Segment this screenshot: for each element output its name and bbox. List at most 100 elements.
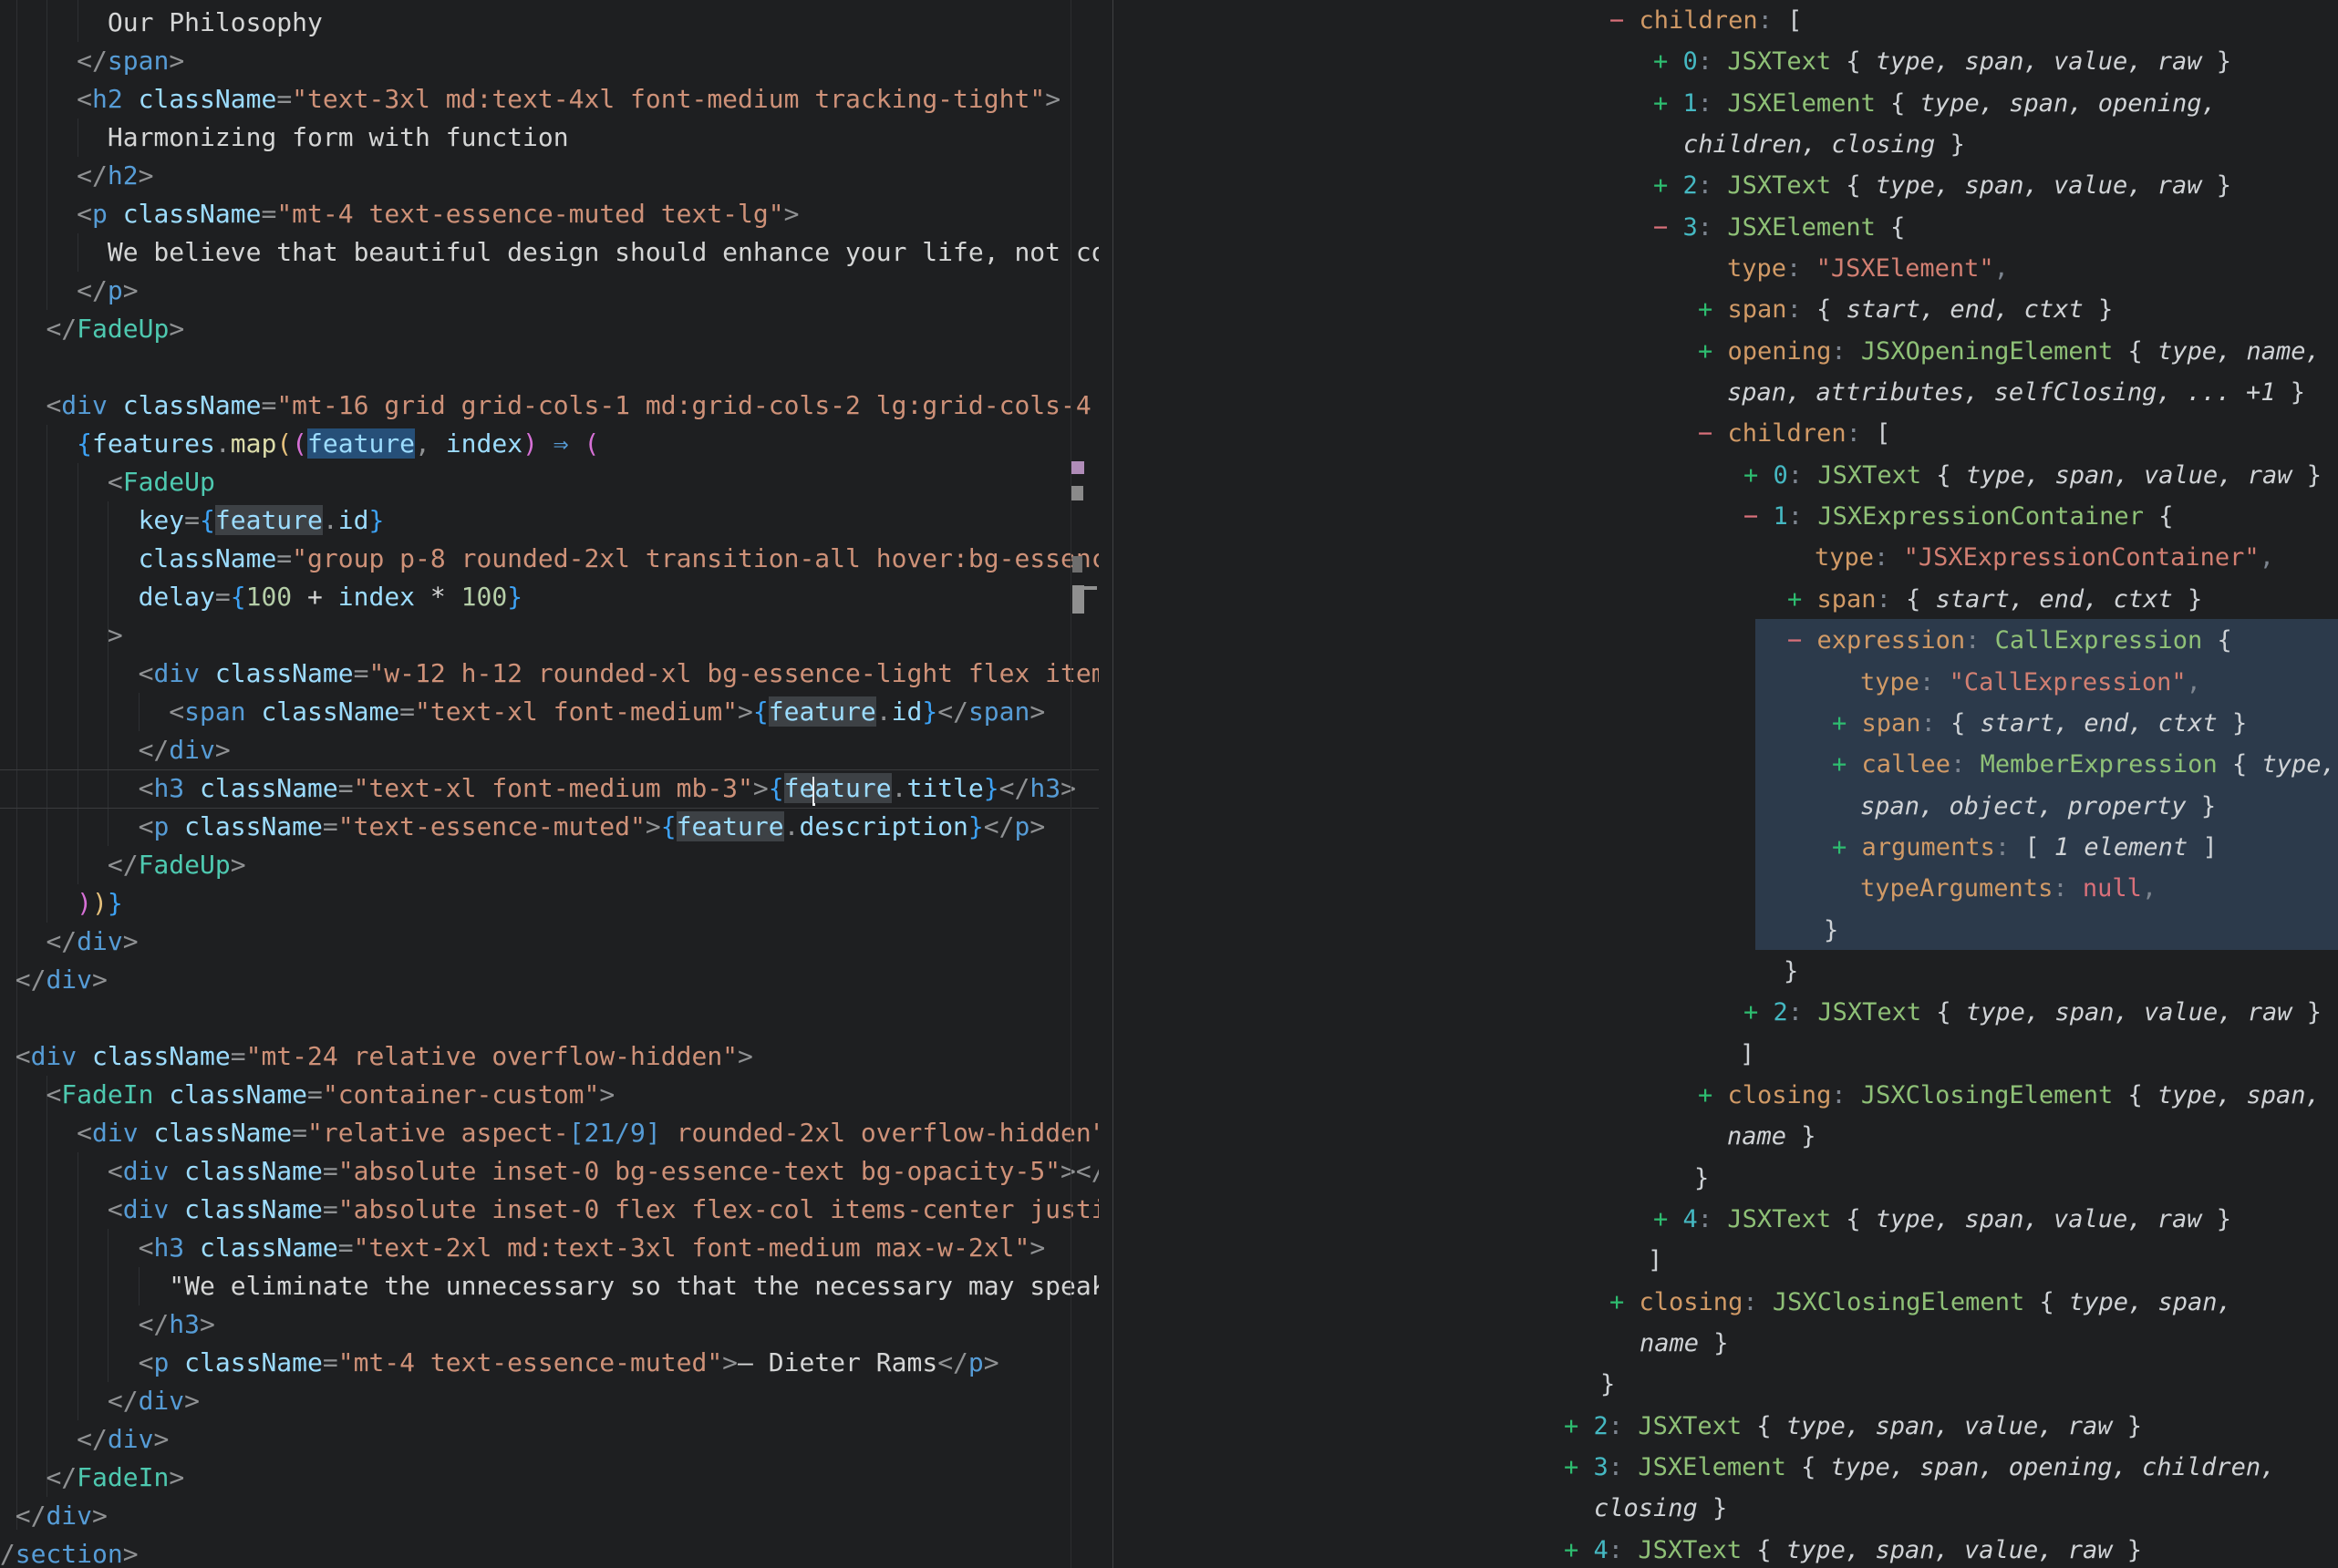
ast-tree-pane[interactable]: − children: [+ 0: JSXText { type, span, … xyxy=(1114,0,2338,1568)
code-line[interactable]: <FadeUp xyxy=(0,463,1099,501)
expand-toggle[interactable]: + xyxy=(1564,1412,1578,1440)
code-line[interactable]: <h3 className="text-xl font-medium mb-3"… xyxy=(0,769,1099,808)
expand-toggle[interactable]: + xyxy=(1564,1536,1578,1564)
code-line[interactable]: <h3 className="text-2xl md:text-3xl font… xyxy=(0,1229,1099,1267)
ast-node-line[interactable]: } xyxy=(1114,1364,2336,1405)
ast-node-line[interactable]: − children: [ xyxy=(1114,0,2336,41)
expand-toggle[interactable]: + xyxy=(1653,89,1668,118)
ast-node-line[interactable]: + opening: JSXOpeningElement { type, nam… xyxy=(1114,331,2336,372)
code-line[interactable]: <p className="mt-4 text-essence-muted te… xyxy=(0,195,1099,233)
ast-node-line[interactable]: + 3: JSXElement { type, span, opening, c… xyxy=(1114,1447,2336,1488)
code-line[interactable]: </section> xyxy=(0,1535,1099,1568)
code-line[interactable]: > xyxy=(0,616,1099,655)
code-line[interactable]: <div className="mt-24 relative overflow-… xyxy=(0,1037,1099,1076)
expand-toggle[interactable]: + xyxy=(1653,171,1668,200)
ast-node-line[interactable]: + callee: MemberExpression { type, xyxy=(1114,744,2336,785)
code-line[interactable]: <p className="text-essence-muted">{featu… xyxy=(0,808,1099,846)
ast-node-line[interactable]: + 0: JSXText { type, span, value, raw } xyxy=(1114,455,2336,496)
ast-node-line[interactable]: + span: { start, end, ctxt } xyxy=(1114,579,2336,620)
ast-node-line[interactable]: + 2: JSXText { type, span, value, raw } xyxy=(1114,1406,2336,1447)
code-line[interactable]: <FadeIn className="container-custom"> xyxy=(0,1076,1099,1114)
ast-node-line[interactable]: + 4: JSXText { type, span, value, raw } xyxy=(1114,1530,2336,1568)
ast-node-line[interactable]: } xyxy=(1114,1158,2336,1199)
expand-toggle[interactable]: + xyxy=(1832,709,1847,738)
code-line[interactable]: <h2 className="text-3xl md:text-4xl font… xyxy=(0,80,1099,119)
code-line[interactable]: <span className="text-xl font-medium">{f… xyxy=(0,693,1099,731)
code-line[interactable] xyxy=(0,999,1099,1037)
ast-node-line[interactable]: + closing: JSXClosingElement { type, spa… xyxy=(1114,1282,2336,1323)
code-line[interactable]: We believe that beautiful design should … xyxy=(0,233,1099,272)
expand-toggle[interactable]: + xyxy=(1653,1205,1668,1233)
ast-node-line[interactable]: + span: { start, end, ctxt } xyxy=(1114,703,2336,744)
code-line[interactable]: {features.map((feature, index) ⇒ ( xyxy=(0,425,1099,463)
code-line[interactable]: className="group p-8 rounded-2xl transit… xyxy=(0,540,1099,578)
ast-node-line[interactable]: + closing: JSXClosingElement { type, spa… xyxy=(1114,1075,2336,1116)
code-line[interactable]: </FadeUp> xyxy=(0,310,1099,348)
code-line[interactable]: <p className="mt-4 text-essence-muted">—… xyxy=(0,1344,1099,1382)
code-line[interactable]: delay={100 + index * 100} xyxy=(0,578,1099,616)
code-line[interactable]: <div className="mt-16 grid grid-cols-1 m… xyxy=(0,387,1099,425)
ast-node-line[interactable]: ] xyxy=(1114,1034,2336,1075)
code-line[interactable]: </div> xyxy=(0,1420,1099,1459)
collapse-toggle[interactable]: − xyxy=(1698,419,1712,448)
code-line[interactable]: </span> xyxy=(0,42,1099,80)
code-line[interactable]: <div className="absolute inset-0 flex fl… xyxy=(0,1191,1099,1229)
collapse-toggle[interactable]: − xyxy=(1743,502,1758,531)
expand-toggle[interactable]: + xyxy=(1609,1288,1624,1316)
ast-node-line[interactable]: typeArguments: null, xyxy=(1114,868,2336,909)
ast-node-line[interactable]: name } xyxy=(1114,1323,2336,1364)
ast-node-line[interactable]: span, attributes, selfClosing, ... +1 } xyxy=(1114,372,2336,413)
code-line[interactable]: ))} xyxy=(0,884,1099,923)
ast-node-line[interactable]: − expression: CallExpression { xyxy=(1114,620,2336,661)
ast-node-line[interactable]: name } xyxy=(1114,1116,2336,1157)
code-line[interactable]: </div> xyxy=(0,1497,1099,1535)
collapse-toggle[interactable]: − xyxy=(1653,213,1668,242)
expand-toggle[interactable]: + xyxy=(1832,833,1847,861)
code-line[interactable]: </div> xyxy=(0,1382,1099,1420)
code-editor-pane[interactable]: Our Philosophy </span> <h2 className="te… xyxy=(0,0,1099,1568)
ast-node-line[interactable]: ] xyxy=(1114,1240,2336,1281)
code-line[interactable]: key={feature.id} xyxy=(0,501,1099,540)
code-line[interactable] xyxy=(0,348,1099,387)
ast-node-line[interactable]: type: "CallExpression", xyxy=(1114,662,2336,703)
expand-toggle[interactable]: + xyxy=(1653,47,1668,76)
ast-node-line[interactable]: − children: [ xyxy=(1114,413,2336,454)
ast-node-line[interactable]: + span: { start, end, ctxt } xyxy=(1114,289,2336,330)
code-line[interactable]: </div> xyxy=(0,923,1099,961)
editor-code[interactable]: Our Philosophy </span> <h2 className="te… xyxy=(0,4,1099,1568)
expand-toggle[interactable]: + xyxy=(1698,337,1712,366)
collapse-toggle[interactable]: − xyxy=(1787,626,1802,655)
expand-toggle[interactable]: + xyxy=(1564,1453,1578,1481)
expand-toggle[interactable]: + xyxy=(1698,295,1712,324)
code-line[interactable]: </p> xyxy=(0,272,1099,310)
code-line[interactable]: </h2> xyxy=(0,157,1099,195)
code-line[interactable]: <div className="w-12 h-12 rounded-xl bg-… xyxy=(0,655,1099,693)
code-line[interactable]: Harmonizing form with function xyxy=(0,119,1099,157)
ast-node-line[interactable]: + 4: JSXText { type, span, value, raw } xyxy=(1114,1199,2336,1240)
ast-node-line[interactable]: + 1: JSXElement { type, span, opening, xyxy=(1114,83,2336,124)
code-line[interactable]: <div className="relative aspect-[21/9] r… xyxy=(0,1114,1099,1152)
ast-tree[interactable]: − children: [+ 0: JSXText { type, span, … xyxy=(1114,0,2336,1568)
code-line[interactable]: </FadeIn> xyxy=(0,1459,1099,1497)
ast-node-line[interactable]: + arguments: [ 1 element ] xyxy=(1114,827,2336,868)
ast-node-line[interactable]: closing } xyxy=(1114,1488,2336,1529)
ast-node-line[interactable]: type: "JSXExpressionContainer", xyxy=(1114,537,2336,578)
ast-node-line[interactable]: children, closing } xyxy=(1114,124,2336,165)
expand-toggle[interactable]: + xyxy=(1743,998,1758,1026)
ast-node-line[interactable]: } xyxy=(1114,910,2336,951)
code-line[interactable]: <div className="absolute inset-0 bg-esse… xyxy=(0,1152,1099,1191)
ast-node-line[interactable]: span, object, property } xyxy=(1114,786,2336,827)
ast-node-line[interactable]: type: "JSXElement", xyxy=(1114,248,2336,289)
code-line[interactable]: "We eliminate the unnecessary so that th… xyxy=(0,1267,1099,1305)
ast-node-line[interactable]: } xyxy=(1114,951,2336,992)
ast-node-line[interactable]: + 0: JSXText { type, span, value, raw } xyxy=(1114,41,2336,82)
ast-node-line[interactable]: − 1: JSXExpressionContainer { xyxy=(1114,496,2336,537)
code-line[interactable]: Our Philosophy xyxy=(0,4,1099,42)
ast-node-line[interactable]: − 3: JSXElement { xyxy=(1114,207,2336,248)
expand-toggle[interactable]: + xyxy=(1787,585,1802,614)
code-line[interactable]: </div> xyxy=(0,961,1099,999)
expand-toggle[interactable]: + xyxy=(1698,1081,1712,1109)
code-line[interactable]: </div> xyxy=(0,731,1099,769)
code-line[interactable]: </h3> xyxy=(0,1305,1099,1344)
expand-toggle[interactable]: + xyxy=(1743,461,1758,490)
